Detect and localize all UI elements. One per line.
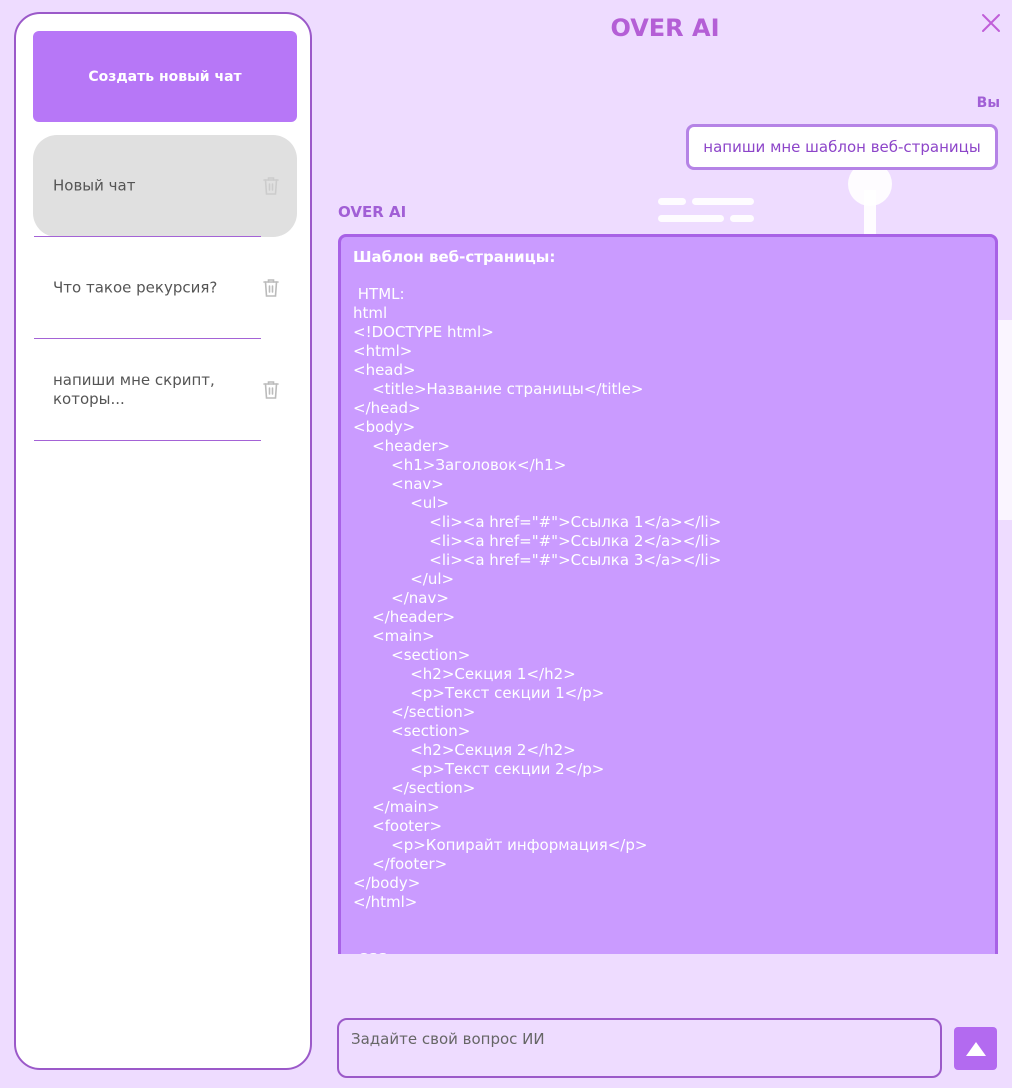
chat-item-label: напиши мне скрипт, которы... — [53, 371, 215, 408]
trash-icon[interactable] — [262, 380, 280, 400]
chat-item-recursion[interactable]: Что такое рекурсия? — [33, 237, 297, 339]
ai-message-code: HTML: html <!DOCTYPE html> <html> <head>… — [353, 285, 722, 954]
chat-item-script[interactable]: напиши мне скрипт, которы... — [33, 339, 297, 441]
chat-divider — [34, 440, 261, 441]
user-sender-label: Вы — [976, 95, 1000, 111]
question-input[interactable] — [337, 1018, 942, 1078]
close-icon[interactable] — [980, 12, 1002, 34]
chat-item-label: Новый чат — [53, 176, 136, 195]
ai-message: Шаблон веб-страницы: HTML: html <!DOCTYP… — [338, 234, 998, 954]
arrow-up-icon — [965, 1041, 986, 1056]
ai-message-heading: Шаблон веб-страницы: — [353, 248, 556, 266]
chat-item-new-chat[interactable]: Новый чат — [33, 135, 297, 237]
user-message: напиши мне шаблон веб-страницы — [686, 124, 998, 170]
app-root: Создать новый чат Новый чат Что такое ре… — [0, 0, 1012, 1088]
trash-icon[interactable] — [262, 278, 280, 298]
ai-sender-label: OVER AI — [338, 203, 407, 221]
new-chat-button[interactable]: Создать новый чат — [33, 31, 297, 122]
app-title: OVER AI — [610, 14, 720, 42]
chat-item-label: Что такое рекурсия? — [53, 278, 218, 297]
send-button[interactable] — [954, 1027, 997, 1070]
trash-icon[interactable] — [262, 176, 280, 196]
sidebar: Создать новый чат Новый чат Что такое ре… — [14, 12, 312, 1070]
